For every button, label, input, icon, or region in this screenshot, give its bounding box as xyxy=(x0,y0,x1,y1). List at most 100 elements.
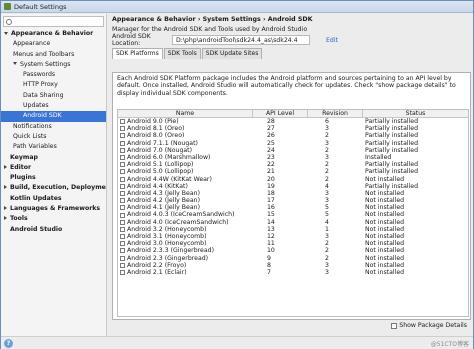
platform-checkbox[interactable] xyxy=(120,205,125,211)
table-row[interactable]: Android 2.2 (Froyo) 8 3 Not installed xyxy=(118,262,468,269)
platform-name-cell: Android 2.3 (Gingerbread) xyxy=(118,255,253,262)
collapse-arrow-icon[interactable] xyxy=(4,164,7,169)
sidebar-item[interactable]: Notifications xyxy=(1,122,106,132)
table-row[interactable]: Android 7.1.1 (Nougat) 25 3 Partially insta… xyxy=(118,140,468,147)
platform-checkbox[interactable] xyxy=(120,126,125,132)
sidebar-item[interactable]: Editor xyxy=(1,163,106,173)
platform-checkbox[interactable] xyxy=(120,162,125,168)
sidebar-item-label: Android SDK xyxy=(23,112,62,120)
platform-name-cell: Android 4.3 (Jelly Bean) xyxy=(118,190,253,197)
platform-checkbox[interactable] xyxy=(120,234,125,240)
table-row[interactable]: Android 2.1 (Eclair) 7 3 Not installed xyxy=(118,269,468,276)
column-header[interactable]: Status xyxy=(363,110,468,117)
sidebar-item[interactable]: Tools xyxy=(1,214,106,224)
api-level-cell: 8 xyxy=(267,261,271,269)
tab-0[interactable]: SDK Platforms xyxy=(112,48,163,59)
table-row[interactable]: Android 5.1 (Lollipop) 22 2 Partially insta… xyxy=(118,161,468,168)
sidebar-item[interactable]: Appearance xyxy=(1,39,106,49)
platform-checkbox[interactable] xyxy=(120,147,125,153)
table-row[interactable]: Android 4.3 (Jelly Bean) 18 3 Not installed xyxy=(118,190,468,197)
column-header[interactable]: API Level xyxy=(253,110,308,117)
table-row[interactable]: Android 3.0 (Honeycomb) 11 2 Not installed xyxy=(118,240,468,247)
column-header[interactable]: Revision xyxy=(308,110,363,117)
sidebar-item[interactable]: Languages & Frameworks xyxy=(1,204,106,214)
platform-checkbox[interactable] xyxy=(120,183,125,189)
sidebar-item-label: System Settings xyxy=(20,60,71,68)
sidebar-item[interactable]: Data Sharing xyxy=(1,91,106,101)
table-row[interactable]: Android 8.0 (Oreo) 26 2 Partially installed xyxy=(118,132,468,139)
tab-2[interactable]: SDK Update Sites xyxy=(201,48,263,59)
platform-checkbox[interactable] xyxy=(120,169,125,175)
platform-checkbox[interactable] xyxy=(120,270,125,276)
platform-checkbox[interactable] xyxy=(120,226,125,232)
sidebar-item[interactable]: Plugins xyxy=(1,173,106,183)
api-level-cell: 17 xyxy=(267,197,275,205)
sidebar-item[interactable]: Quick Lists xyxy=(1,132,106,142)
platform-checkbox[interactable] xyxy=(120,140,125,146)
collapse-arrow-icon[interactable] xyxy=(4,185,7,190)
edit-link[interactable]: Edit xyxy=(326,37,338,44)
table-row[interactable]: Android 4.0 (IceCreamSandwich) 14 4 Not ins… xyxy=(118,219,468,226)
sidebar-search-input[interactable] xyxy=(3,16,104,27)
table-row[interactable]: Android 6.0 (Marshmallow) 23 3 Installed xyxy=(118,154,468,161)
column-header[interactable]: Name xyxy=(118,110,253,117)
sidebar-item-label: Data Sharing xyxy=(23,91,64,99)
status-cell: Not installed xyxy=(365,261,405,269)
collapse-arrow-icon[interactable] xyxy=(4,216,7,221)
table-row[interactable]: Android 2.3 (Gingerbread) 9 2 Not installed xyxy=(118,255,468,262)
platform-checkbox[interactable] xyxy=(120,119,125,125)
sidebar-item[interactable]: Passwords xyxy=(1,70,106,80)
platform-checkbox[interactable] xyxy=(120,241,125,247)
platform-checkbox[interactable] xyxy=(120,198,125,204)
sidebar-item[interactable]: Kotlin Updates xyxy=(1,194,106,204)
platform-checkbox[interactable] xyxy=(120,219,125,225)
collapse-arrow-icon[interactable] xyxy=(4,206,7,211)
platform-name: Android 2.2 (Froyo) xyxy=(127,261,187,269)
platform-checkbox[interactable] xyxy=(120,262,125,268)
platform-checkbox[interactable] xyxy=(120,190,125,196)
sidebar-item[interactable]: System Settings xyxy=(1,60,106,70)
table-row[interactable]: Android 8.1 (Oreo) 27 3 Partially installed xyxy=(118,125,468,132)
table-row[interactable]: Android 3.2 (Honeycomb) 13 1 Not installed xyxy=(118,226,468,233)
table-row[interactable]: Android 5.0 (Lollipop) 21 2 Partially insta… xyxy=(118,168,468,175)
platform-checkbox[interactable] xyxy=(120,255,125,261)
sidebar-item[interactable]: Menus and Toolbars xyxy=(1,50,106,60)
sidebar-item[interactable]: Android Studio xyxy=(1,225,106,235)
sidebar-item[interactable]: Android SDK xyxy=(1,111,106,122)
sidebar-item[interactable]: Path Variables xyxy=(1,142,106,152)
sidebar-item[interactable]: Build, Execution, Deployment xyxy=(1,183,106,193)
table-row[interactable]: Android 4.4 (KitKat) 19 4 Partially install… xyxy=(118,183,468,190)
table-row[interactable]: Android 7.0 (Nougat) 24 2 Partially install… xyxy=(118,147,468,154)
table-row[interactable]: Android 4.0.3 (IceCreamSandwich) 15 5 Not i… xyxy=(118,211,468,218)
expand-arrow-icon[interactable] xyxy=(4,31,8,35)
tab-1[interactable]: SDK Tools xyxy=(163,48,201,59)
status-cell: Partially installed xyxy=(365,161,419,169)
sdk-location-field[interactable]: D:\php\androidTool\sdk24.4_as\sdk24.4 xyxy=(172,35,310,45)
table-row[interactable]: Android 9.0 (Pie) 28 6 Partially installed xyxy=(118,118,468,125)
platform-name-cell: Android 9.0 (Pie) xyxy=(118,118,253,125)
sidebar-item[interactable]: Appearance & Behavior xyxy=(1,29,106,39)
show-package-details[interactable]: Show Package Details xyxy=(389,322,467,329)
table-row[interactable]: Android 4.4W (KitKat Wear) 20 2 Not install… xyxy=(118,176,468,183)
table-row[interactable]: Android 2.3.3 (Gingerbread) 10 2 Not instal… xyxy=(118,247,468,254)
platform-checkbox[interactable] xyxy=(120,248,125,254)
show-details-checkbox[interactable] xyxy=(391,322,398,329)
sdk-platforms-panel: Each Android SDK Platform package includ… xyxy=(112,72,471,320)
status-cell: Partially installed xyxy=(365,118,419,125)
platform-checkbox[interactable] xyxy=(120,155,125,161)
expand-arrow-icon[interactable] xyxy=(13,62,17,66)
platform-name: Android 4.4W (KitKat Wear) xyxy=(127,175,212,183)
table-row[interactable]: Android 3.1 (Honeycomb) 12 3 Not installed xyxy=(118,233,468,240)
platform-name-cell: Android 4.0.3 (IceCreamSandwich) xyxy=(118,211,253,218)
table-row[interactable]: Android 4.1 (Jelly Bean) 16 5 Not installed xyxy=(118,204,468,211)
platform-checkbox[interactable] xyxy=(120,212,125,218)
api-level-cell: 14 xyxy=(267,218,275,226)
sidebar-item[interactable]: HTTP Proxy xyxy=(1,80,106,90)
sidebar-item[interactable]: Keymap xyxy=(1,153,106,163)
platform-checkbox[interactable] xyxy=(120,176,125,182)
table-row[interactable]: Android 4.2 (Jelly Bean) 17 3 Not installed xyxy=(118,197,468,204)
platform-checkbox[interactable] xyxy=(120,133,125,139)
show-details-label: Show Package Details xyxy=(399,322,467,329)
help-button[interactable]: ? xyxy=(4,339,13,348)
sidebar-item[interactable]: Updates xyxy=(1,101,106,111)
